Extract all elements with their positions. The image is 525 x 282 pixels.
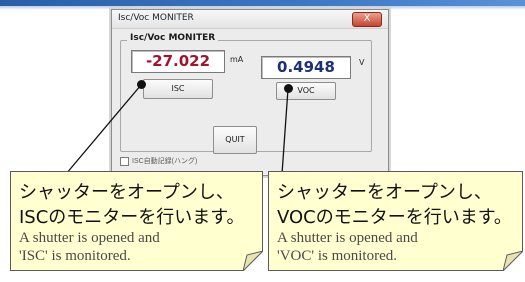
isc-callout-dot (137, 80, 146, 89)
isc-callout-jp-line2: ISCのモニターを行います。 (19, 207, 245, 228)
voc-callout-en-line2: 'VOC' is monitored. (277, 248, 397, 264)
voc-callout-dot (284, 84, 293, 93)
voc-callout-jp-line2: VOCのモニターを行います。 (277, 207, 512, 228)
isc-callout-note: シャッターをオープンし、 ISCのモニターを行います。 A shutter is… (10, 171, 263, 271)
voc-callout-note: シャッターをオープンし、 VOCのモニターを行います。 A shutter is… (268, 171, 523, 271)
voc-callout-en-line1: A shutter is opened and (277, 230, 418, 246)
page-fold-icon (503, 251, 523, 271)
page-fold-icon (243, 251, 263, 271)
isc-callout-en-line1: A shutter is opened and (19, 230, 160, 246)
voc-callout-jp-line1: シャッターをオープンし、 (277, 182, 492, 203)
isc-callout-jp-line1: シャッターをオープンし、 (19, 182, 234, 203)
isc-callout-en-line2: 'ISC' is monitored. (19, 248, 131, 264)
